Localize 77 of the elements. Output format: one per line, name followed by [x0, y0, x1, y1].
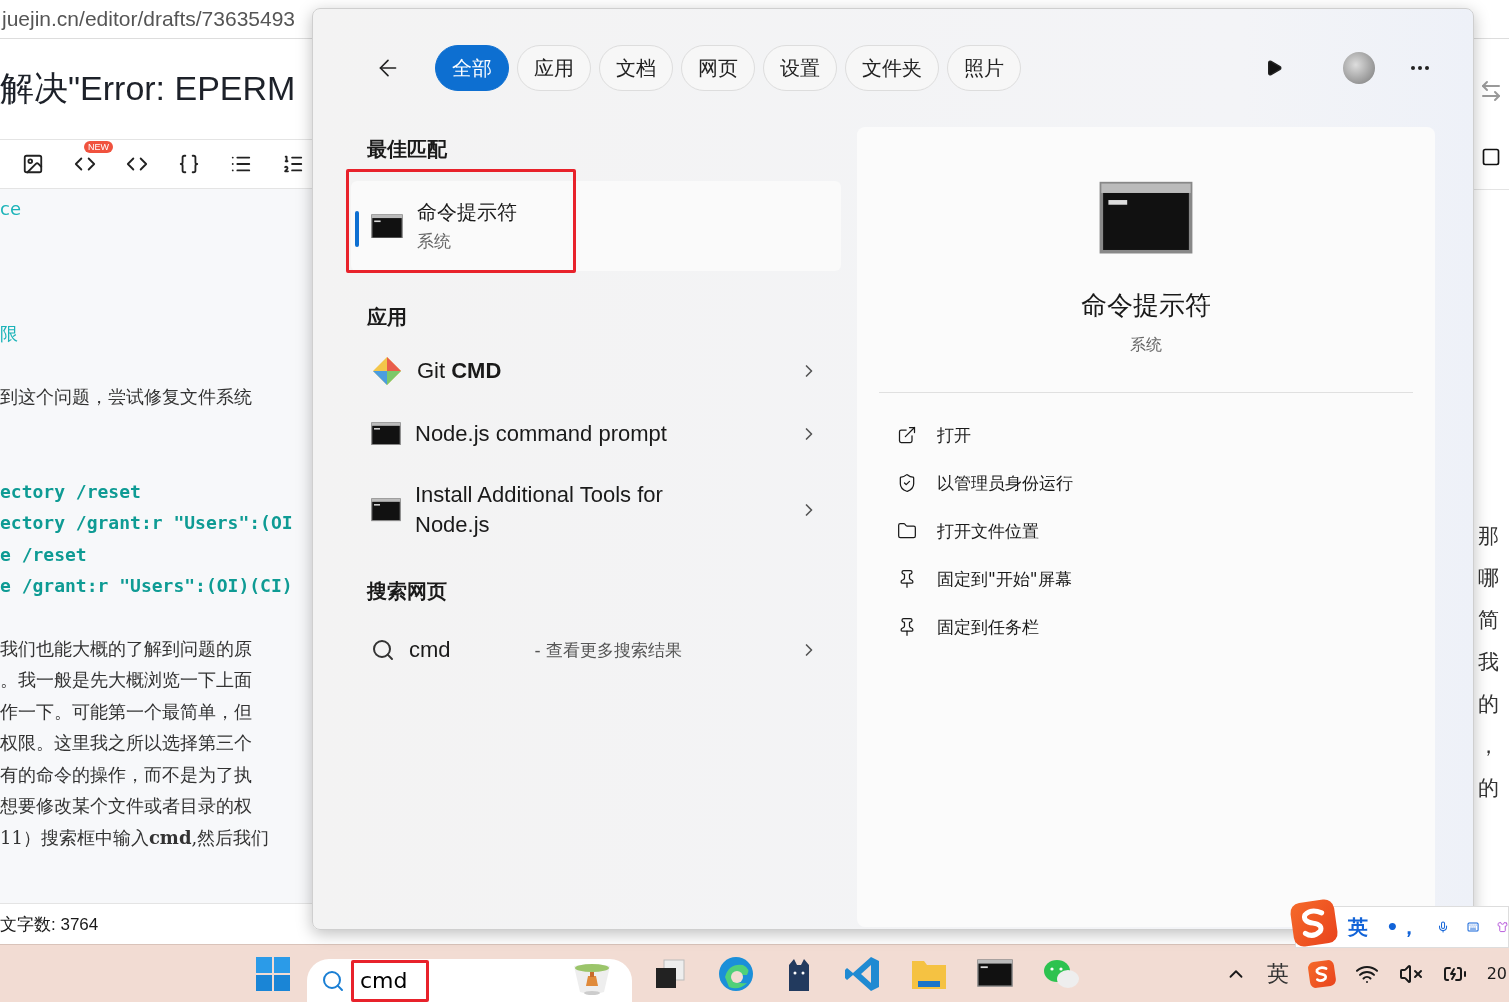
- paragraph-line: 。我一般是先大概浏览一下上面: [0, 668, 253, 692]
- paragraph-line: 到这个问题，尝试修复文件系统: [0, 385, 253, 409]
- more-icon: [1411, 66, 1429, 70]
- play-icon: [1265, 59, 1283, 77]
- app-type: 系统: [417, 230, 452, 253]
- action-item[interactable]: 固定到"开始"屏幕: [937, 567, 1072, 591]
- new-badge: NEW: [84, 141, 113, 153]
- filter-tab[interactable]: 照片: [947, 45, 1021, 91]
- search-icon: [321, 968, 345, 993]
- avatar[interactable]: [1343, 52, 1375, 84]
- ime-punctuation[interactable]: •，: [1386, 913, 1419, 941]
- browser-icon[interactable]: [717, 954, 755, 993]
- input-language[interactable]: 英: [1266, 958, 1289, 989]
- web-query[interactable]: cmd: [409, 635, 521, 665]
- section-heading: 最佳匹配: [366, 135, 448, 163]
- section-heading: 应用: [366, 303, 408, 331]
- numbered-list-icon[interactable]: [282, 153, 304, 175]
- paragraph-fragment: 的: [1478, 775, 1500, 802]
- app-result[interactable]: Git CMD: [417, 355, 785, 386]
- terminal-icon: [977, 959, 1013, 988]
- code-line: ectory /reset: [0, 479, 142, 504]
- action-item[interactable]: 以管理员身份运行: [937, 471, 1073, 495]
- paragraph-fragment: 的: [1478, 691, 1500, 718]
- paragraph-line: 有的命令的操作，而不是为了执: [0, 762, 253, 787]
- admin-icon: [897, 473, 917, 494]
- app-large-icon: [1099, 181, 1193, 255]
- detail-subtitle: 系统: [1130, 335, 1162, 357]
- filter-tab[interactable]: 文档: [599, 45, 673, 91]
- link-text: 限: [0, 321, 19, 346]
- article-title: 解决"Error: EPERM: [0, 68, 296, 109]
- word-count: 文字数: 3764: [0, 913, 99, 936]
- code-line: e /reset: [0, 542, 88, 567]
- paragraph-line: 我们也能大概的了解到问题的原: [0, 636, 253, 661]
- best-match-item[interactable]: 命令提示符 系统: [351, 181, 841, 271]
- filter-tab[interactable]: 文件夹: [845, 45, 939, 91]
- open-icon: [897, 425, 917, 446]
- clock[interactable]: 20: [1486, 964, 1507, 983]
- paragraph-fragment: 简: [1478, 607, 1500, 634]
- detail-title: 命令提示符: [1081, 289, 1211, 323]
- paragraph-line: 权限。这里我之所以选择第三个: [0, 731, 253, 755]
- app-name: 命令提示符: [417, 199, 517, 226]
- action-item[interactable]: 固定到任务栏: [937, 615, 1039, 639]
- paragraph-line: 11）搜索框中输入cmd,然后我们: [0, 825, 271, 850]
- code-line: e /grant:r "Users":(OI)(CI): [0, 574, 294, 598]
- square-icon[interactable]: [1480, 147, 1501, 167]
- filter-tab[interactable]: 网页: [681, 45, 755, 91]
- diamond-icon: [371, 354, 403, 387]
- code-line: ectory /grant:r "Users":(OI: [0, 511, 294, 535]
- taskbar-search[interactable]: cmd: [307, 958, 632, 1002]
- console-icon: [371, 421, 401, 446]
- filter-tab[interactable]: 全部: [435, 45, 509, 91]
- action-item[interactable]: 打开文件位置: [937, 519, 1039, 543]
- paragraph-fragment: 我: [1478, 649, 1500, 676]
- paragraph-line: 作一下。可能第一个最简单，但: [0, 699, 253, 724]
- search-icon: [371, 638, 395, 662]
- braces-icon[interactable]: [178, 153, 200, 175]
- action-item[interactable]: 打开: [937, 423, 971, 447]
- console-icon: [371, 213, 403, 239]
- code-editor-icon[interactable]: [843, 954, 881, 993]
- app-result[interactable]: Node.js command prompt: [415, 418, 785, 449]
- address-url[interactable]: juejin.cn/editor/drafts/73635493: [2, 7, 296, 31]
- image-icon[interactable]: [22, 153, 44, 175]
- ime-logo[interactable]: [1306, 958, 1337, 989]
- start-icon[interactable]: [255, 955, 291, 992]
- ime-language[interactable]: 英: [1348, 913, 1368, 941]
- link-text: ce: [0, 197, 22, 221]
- section-heading: 搜索网页: [365, 577, 448, 605]
- web-hint: - 查看更多搜索结果: [534, 638, 683, 662]
- console-icon: [371, 498, 401, 522]
- filter-tab[interactable]: 应用: [517, 45, 591, 91]
- paragraph-fragment: ，: [1478, 733, 1500, 760]
- paragraph-line: 想要修改某个文件或者目录的权: [0, 794, 253, 818]
- search-input[interactable]: cmd: [351, 959, 429, 1002]
- paragraph-fragment: 哪: [1478, 565, 1500, 592]
- app-result[interactable]: Install Additional Tools for Node.js: [415, 480, 785, 540]
- paragraph-fragment: 那: [1478, 523, 1500, 550]
- filter-tab[interactable]: 设置: [763, 45, 837, 91]
